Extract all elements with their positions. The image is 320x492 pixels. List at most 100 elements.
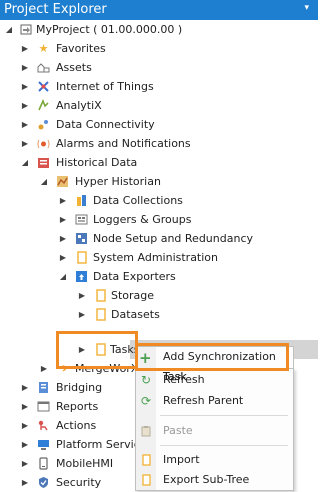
- add-icon: +: [139, 349, 152, 367]
- mergeworx-icon: ➔: [57, 361, 68, 375]
- tree-item-root[interactable]: ◢ MyProject ( 01.00.000.00 ): [0, 20, 318, 39]
- expand-arrow-icon[interactable]: ▶: [20, 435, 30, 454]
- tree-item-data-exporters[interactable]: ◢ Data Exporters: [0, 267, 318, 286]
- tree-item-favorites[interactable]: ▶ ★ Favorites: [0, 39, 318, 58]
- bridging-icon: [37, 381, 50, 394]
- tree-item-storage[interactable]: ▶ Storage: [0, 286, 318, 305]
- tree-item-label: Bridging: [56, 381, 103, 394]
- refresh-parent-icon: ⟳: [140, 394, 152, 408]
- tree-item-node-setup[interactable]: ▶ Node Setup and Redundancy: [0, 229, 318, 248]
- mobile-icon: [37, 457, 50, 470]
- expand-arrow-icon[interactable]: ▶: [20, 416, 30, 435]
- tree-item-historical-data[interactable]: ◢ Historical Data: [0, 153, 318, 172]
- menu-item-refresh-parent[interactable]: ⟳ Refresh Parent: [136, 391, 293, 411]
- tree-item-label: Storage: [111, 289, 155, 302]
- data-collections-icon: [75, 194, 88, 207]
- historical-data-icon: [37, 156, 50, 169]
- tree-item-label: AnalytiX: [56, 99, 102, 112]
- tree-item-label: Hyper Historian: [75, 175, 161, 188]
- menu-separator: [160, 445, 288, 446]
- tree-item-label: Security: [56, 476, 102, 489]
- collapse-arrow-icon[interactable]: ◢: [39, 172, 49, 191]
- tree-item-label: Data Collections: [93, 194, 183, 207]
- tree-item-label: Favorites: [56, 42, 106, 55]
- iot-icon: [37, 80, 50, 93]
- expand-arrow-icon[interactable]: ▶: [58, 191, 68, 210]
- reports-icon: [37, 400, 50, 413]
- expand-arrow-icon[interactable]: ▶: [20, 115, 30, 134]
- menu-item-export-subtree[interactable]: Export Sub-Tree: [136, 470, 293, 490]
- expand-arrow-icon[interactable]: ▶: [20, 134, 30, 153]
- tree-item-label: Historical Data: [56, 156, 138, 169]
- tree-item-alarms[interactable]: ▶ Alarms and Notifications: [0, 134, 318, 153]
- connectivity-icon: [37, 118, 50, 131]
- menu-separator: [160, 415, 288, 416]
- tree-item-label: Actions: [56, 419, 97, 432]
- expand-arrow-icon[interactable]: ▶: [20, 473, 30, 492]
- tree-item-label: Loggers & Groups: [93, 213, 192, 226]
- tree-item-label: Data Connectivity: [56, 118, 155, 131]
- hyper-historian-icon: [56, 175, 69, 188]
- tree-item-iot[interactable]: ▶ Internet of Things: [0, 77, 318, 96]
- folder-icon: [75, 251, 88, 264]
- panel-menu-icon[interactable]: ▾: [304, 3, 309, 13]
- export-icon: [139, 473, 153, 487]
- data-exporters-icon: [75, 270, 88, 283]
- tree-item-loggers-groups[interactable]: ▶ Loggers & Groups: [0, 210, 318, 229]
- star-icon: ★: [38, 42, 49, 55]
- tree-item-datasets[interactable]: ▶ Datasets: [0, 305, 318, 324]
- expand-arrow-icon[interactable]: ▶: [20, 96, 30, 115]
- shield-icon: [37, 476, 50, 489]
- refresh-icon: ↻: [140, 373, 152, 387]
- menu-item-import[interactable]: Import: [136, 450, 293, 470]
- menu-item-label: Import: [163, 453, 200, 466]
- alarm-icon: [37, 137, 50, 150]
- tree-item-label: MobileHMI: [56, 457, 114, 470]
- tree-item-system-admin[interactable]: ▶ System Administration: [0, 248, 318, 267]
- context-menu-top-item-bg: + Add Synchronization Task: [135, 346, 294, 383]
- tree-item-label: System Administration: [93, 251, 219, 264]
- expand-arrow-icon[interactable]: ▶: [58, 248, 68, 267]
- tree-item-label: Reports: [56, 400, 99, 413]
- menu-item-paste[interactable]: Paste: [136, 421, 293, 441]
- loggers-icon: [75, 213, 88, 226]
- expand-arrow-icon[interactable]: ▶: [20, 397, 30, 416]
- tree-item-analytix[interactable]: ▶ AnalytiX: [0, 96, 318, 115]
- tree-item-label: MergeWorX: [75, 362, 139, 375]
- expand-arrow-icon[interactable]: ▶: [39, 359, 49, 378]
- actions-icon: [37, 419, 50, 432]
- tree-item-label: Data Exporters: [93, 270, 176, 283]
- expand-arrow-icon[interactable]: ▶: [58, 210, 68, 229]
- tree-item-label: Alarms and Notifications: [56, 137, 191, 150]
- panel-title: Project Explorer: [4, 2, 107, 17]
- project-icon: [20, 23, 33, 36]
- expand-arrow-icon[interactable]: ▶: [20, 77, 30, 96]
- folder-icon: [94, 308, 107, 321]
- expand-arrow-icon[interactable]: ▶: [77, 340, 87, 359]
- tree-item-data-connectivity[interactable]: ▶ Data Connectivity: [0, 115, 318, 134]
- expand-arrow-icon[interactable]: ▶: [20, 454, 30, 473]
- tree-item-assets[interactable]: ▶ Assets: [0, 58, 318, 77]
- tree-item-hyper-historian[interactable]: ◢ Hyper Historian: [0, 172, 318, 191]
- collapse-arrow-icon[interactable]: ◢: [4, 20, 14, 39]
- panel-title-bar: Project Explorer ▾: [0, 0, 318, 20]
- menu-item-label: Refresh Parent: [163, 394, 244, 407]
- tree-item-label: Datasets: [111, 308, 160, 321]
- folder-icon: [94, 289, 107, 302]
- paste-icon: [139, 424, 153, 438]
- tree-item-data-collections[interactable]: ▶ Data Collections: [0, 191, 318, 210]
- expand-arrow-icon[interactable]: ▶: [77, 286, 87, 305]
- expand-arrow-icon[interactable]: ▶: [77, 305, 87, 324]
- collapse-arrow-icon[interactable]: ◢: [58, 267, 68, 286]
- menu-item-label: Export Sub-Tree: [163, 473, 250, 486]
- import-icon: [139, 453, 153, 467]
- tree-item-label: Assets: [56, 61, 92, 74]
- menu-item-label: Paste: [163, 424, 193, 437]
- menu-item-label[interactable]: Add Synchronization Task: [163, 347, 293, 387]
- expand-arrow-icon[interactable]: ▶: [20, 39, 30, 58]
- expand-arrow-icon[interactable]: ▶: [20, 378, 30, 397]
- expand-arrow-icon[interactable]: ▶: [20, 58, 30, 77]
- collapse-arrow-icon[interactable]: ◢: [20, 153, 30, 172]
- assets-icon: [37, 61, 50, 74]
- expand-arrow-icon[interactable]: ▶: [58, 229, 68, 248]
